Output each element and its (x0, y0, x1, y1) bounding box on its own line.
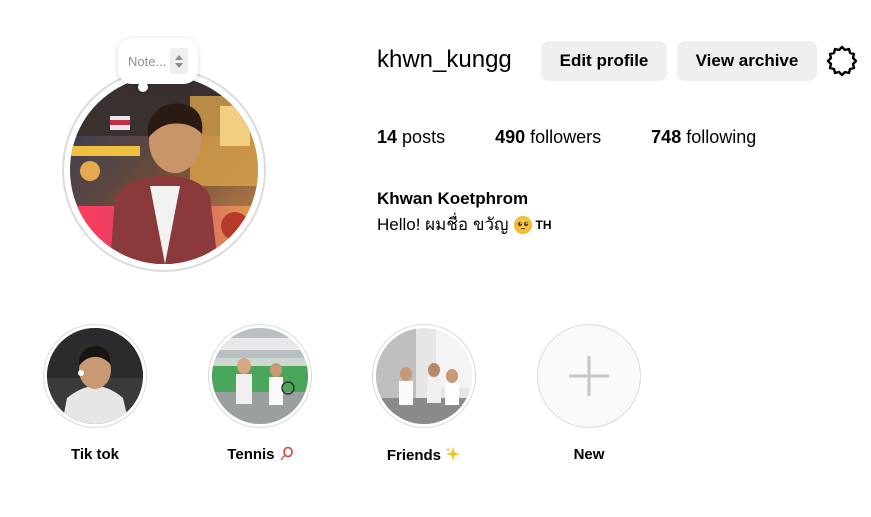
chevron-up-icon (175, 54, 183, 60)
following-count: 748 (651, 127, 682, 147)
highlight-ring[interactable] (208, 324, 312, 428)
highlight-label: Tik tok (70, 446, 120, 463)
profile-avatar-ring[interactable] (62, 68, 266, 272)
highlight-label: Friends (370, 446, 478, 464)
username: khwn_kungg (377, 46, 512, 73)
profile-avatar[interactable] (70, 76, 258, 264)
gear-icon[interactable] (826, 45, 858, 77)
bio: Hello! ผมชื่อ ขวัญ TH (377, 211, 551, 238)
highlight-friends[interactable]: Friends (370, 324, 478, 464)
full-name: Khwan Koetphrom (377, 189, 529, 208)
pleading-face-emoji (514, 215, 533, 234)
following-label: following (686, 127, 757, 147)
chevron-down-icon (175, 62, 183, 68)
highlight-new[interactable]: New (535, 324, 643, 463)
highlight-tiktok[interactable]: Tik tok (41, 324, 149, 463)
sparkles-emoji (445, 447, 461, 461)
highlight-tennis[interactable]: Tennis (206, 324, 314, 463)
view-archive-button[interactable]: View archive (677, 41, 817, 81)
edit-profile-button[interactable]: Edit profile (541, 41, 667, 81)
note-bubble[interactable]: Note... (118, 38, 198, 92)
posts-label: posts (402, 127, 446, 147)
bio-text: Hello! ผมชื่อ ขวัญ (377, 215, 509, 234)
highlight-cover (212, 328, 308, 424)
followers-stat[interactable]: 490 followers (495, 127, 601, 148)
posts-count: 14 (377, 127, 398, 147)
followers-count: 490 (495, 127, 526, 147)
tennis-racket-emoji (280, 446, 293, 461)
plus-icon (569, 356, 609, 396)
profile-page: Note... khwn_kungg Edit profile View arc… (0, 0, 871, 517)
highlight-cover (47, 328, 143, 424)
highlight-label: New (573, 446, 605, 463)
highlight-label: Tennis (206, 446, 314, 463)
note-stepper[interactable] (170, 48, 188, 74)
following-stat[interactable]: 748 following (651, 127, 756, 148)
highlight-ring[interactable] (372, 324, 476, 428)
note-placeholder: Note... (128, 53, 167, 69)
highlight-cover (376, 328, 472, 424)
posts-stat: 14 posts (377, 127, 445, 148)
highlight-ring[interactable] (43, 324, 147, 428)
bio-flag: TH (535, 217, 552, 232)
new-highlight-button[interactable] (537, 324, 641, 428)
followers-label: followers (530, 127, 602, 147)
profile-stats: 14 posts 490 followers 748 following (377, 127, 806, 148)
